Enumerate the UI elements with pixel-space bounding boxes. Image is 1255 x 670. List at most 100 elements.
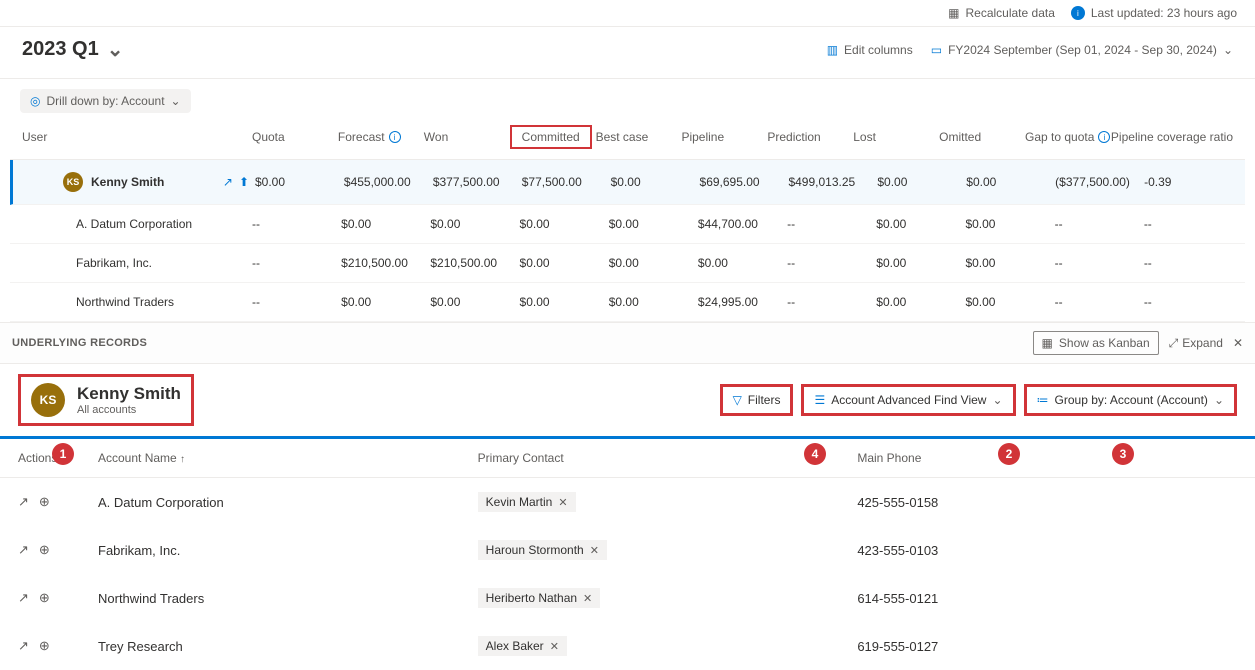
remove-icon[interactable]: ✕ [558, 496, 567, 509]
cell-quota: $0.00 [255, 175, 344, 189]
cell-pipeline: $24,995.00 [698, 295, 787, 309]
col-omitted[interactable]: Omitted [939, 130, 1025, 144]
date-range-button[interactable]: ▭ FY2024 September (Sep 01, 2024 - Sep 3… [931, 43, 1233, 57]
col-quota[interactable]: Quota [252, 130, 338, 144]
expand-row-icon[interactable]: ⊕ [39, 638, 50, 654]
user-name: Northwind Traders [22, 295, 252, 309]
open-icon[interactable]: ↗ [18, 590, 29, 606]
expand-row-icon[interactable]: ⊕ [39, 542, 50, 558]
cell-won: $0.00 [430, 217, 519, 231]
grid-row[interactable]: A. Datum Corporation -- $0.00 $0.00 $0.0… [10, 205, 1245, 244]
col-lost[interactable]: Lost [853, 130, 939, 144]
expand-label: Expand [1182, 336, 1223, 350]
calendar-icon: ▭ [931, 43, 942, 57]
contact-tag[interactable]: Heriberto Nathan ✕ [478, 588, 601, 608]
cell-lost: $0.00 [876, 256, 965, 270]
cell-bestcase: $0.00 [609, 295, 698, 309]
col-coverage[interactable]: Pipeline coverage ratio [1111, 130, 1233, 144]
expand-icon: ⤢ [1169, 336, 1179, 351]
records-row[interactable]: ↗ ⊕ Fabrikam, Inc. Haroun Stormonth✕ 423… [6, 526, 1249, 574]
arrow-up-icon[interactable]: ⬆ [239, 175, 249, 189]
col-prediction[interactable]: Prediction [767, 130, 853, 144]
records-body: ↗ ⊕ A. Datum Corporation Kevin Martin✕ 4… [0, 478, 1255, 670]
last-updated: i Last updated: 23 hours ago [1071, 6, 1237, 20]
contact-tag[interactable]: Haroun Stormonth✕ [478, 540, 607, 560]
col-won[interactable]: Won [424, 130, 510, 144]
col-forecast[interactable]: Forecast i [338, 130, 424, 144]
page-title-control[interactable]: 2023 Q1 ⌄ [22, 37, 124, 62]
contact-tag[interactable]: Alex Baker ✕ [478, 636, 567, 656]
filters-label: Filters [748, 393, 781, 407]
grid-row[interactable]: Fabrikam, Inc. -- $210,500.00 $210,500.0… [10, 244, 1245, 283]
info-icon: i [389, 131, 401, 143]
page-title: 2023 Q1 [22, 38, 99, 61]
expand-button[interactable]: ⤢ Expand [1169, 336, 1223, 351]
records-row[interactable]: ↗ ⊕ A. Datum Corporation Kevin Martin✕ 4… [6, 478, 1249, 526]
expand-row-icon[interactable]: ⊕ [39, 494, 50, 510]
cell-omitted: $0.00 [965, 256, 1054, 270]
remove-icon[interactable]: ✕ [583, 592, 592, 605]
cell-prediction: -- [787, 295, 876, 309]
open-icon[interactable]: ↗ [18, 542, 29, 558]
cell-forecast: $210,500.00 [341, 256, 430, 270]
remove-icon[interactable]: ✕ [590, 544, 599, 557]
remove-icon[interactable]: ✕ [550, 640, 559, 653]
grid-row[interactable]: Northwind Traders -- $0.00 $0.00 $0.00 $… [10, 283, 1245, 322]
chevron-down-icon: ⌄ [107, 37, 124, 62]
contact-name: Alex Baker [486, 639, 544, 653]
expand-row-icon[interactable]: ⊕ [39, 590, 50, 606]
user-panel-header: KS Kenny Smith All accounts ▽ Filters ☰ … [0, 363, 1255, 436]
cell-phone: 619-555-0127 [857, 639, 1237, 654]
col-user[interactable]: User [22, 130, 252, 144]
callout-3: 3 [1112, 443, 1134, 465]
cell-gap: -- [1055, 256, 1144, 270]
records-header: Actions Account Name ↑ Primary Contact M… [0, 439, 1255, 478]
grid-row[interactable]: KS Kenny Smith ↗ ⬆ $0.00 $455,000.00 $37… [10, 160, 1245, 205]
cell-prediction: -- [787, 217, 876, 231]
col-committed[interactable]: Committed [510, 125, 596, 149]
show-as-kanban-button[interactable]: ▦ Show as Kanban [1033, 331, 1159, 355]
cell-lost: $0.00 [876, 217, 965, 231]
list-icon: ☰ [814, 393, 825, 407]
cell-bestcase: $0.00 [611, 175, 700, 189]
chevron-down-icon: ⌄ [171, 94, 181, 108]
open-icon[interactable]: ↗ [18, 638, 29, 654]
contact-tag[interactable]: Kevin Martin✕ [478, 492, 576, 512]
cell-prediction: -- [787, 256, 876, 270]
user-name: Kenny Smith [91, 175, 164, 189]
cell-bestcase: $0.00 [609, 256, 698, 270]
view-selector-button[interactable]: ☰ Account Advanced Find View ⌄ [801, 384, 1015, 416]
drill-bar: ◎ Drill down by: Account ⌄ [0, 79, 1255, 113]
recalculate-button[interactable]: ▦ Recalculate data [948, 6, 1055, 20]
contact-name: Heriberto Nathan [486, 591, 577, 605]
header: 2023 Q1 ⌄ ▥ Edit columns ▭ FY2024 Septem… [0, 27, 1255, 79]
col-account[interactable]: Account Name ↑ [98, 451, 478, 465]
col-contact[interactable]: Primary Contact [478, 451, 858, 465]
drill-chip[interactable]: ◎ Drill down by: Account ⌄ [20, 89, 191, 113]
user-panel-name: Kenny Smith [77, 384, 181, 404]
cell-omitted: $0.00 [965, 295, 1054, 309]
cell-won: $0.00 [430, 295, 519, 309]
records-row[interactable]: ↗ ⊕ Trey Research Alex Baker✕ 619-555-01… [6, 622, 1249, 670]
col-pipeline[interactable]: Pipeline [681, 130, 767, 144]
user-panel-info: KS Kenny Smith All accounts [18, 374, 194, 426]
edit-columns-button[interactable]: ▥ Edit columns [827, 43, 913, 57]
drill-label: Drill down by: Account [46, 94, 164, 108]
info-icon: i [1098, 131, 1110, 143]
col-forecast-label: Forecast [338, 130, 385, 144]
group-by-button[interactable]: ≔ Group by: Account (Account) ⌄ [1024, 384, 1237, 416]
cell-quota: -- [252, 256, 341, 270]
cell-pipeline: $0.00 [698, 256, 787, 270]
close-button[interactable]: ✕ [1233, 336, 1243, 350]
cell-committed: $77,500.00 [522, 175, 611, 189]
col-phone[interactable]: Main Phone [857, 451, 1237, 465]
share-icon[interactable]: ↗ [223, 175, 233, 189]
grid-header: User Quota Forecast i Won Committed Best… [10, 113, 1245, 160]
cell-phone: 423-555-0103 [857, 543, 1237, 558]
cell-forecast: $0.00 [341, 217, 430, 231]
open-icon[interactable]: ↗ [18, 494, 29, 510]
col-bestcase[interactable]: Best case [596, 130, 682, 144]
filters-button[interactable]: ▽ Filters [720, 384, 794, 416]
records-row[interactable]: ↗ ⊕ Northwind Traders Heriberto Nathan✕ … [6, 574, 1249, 622]
col-gap[interactable]: Gap to quota i [1025, 130, 1111, 144]
